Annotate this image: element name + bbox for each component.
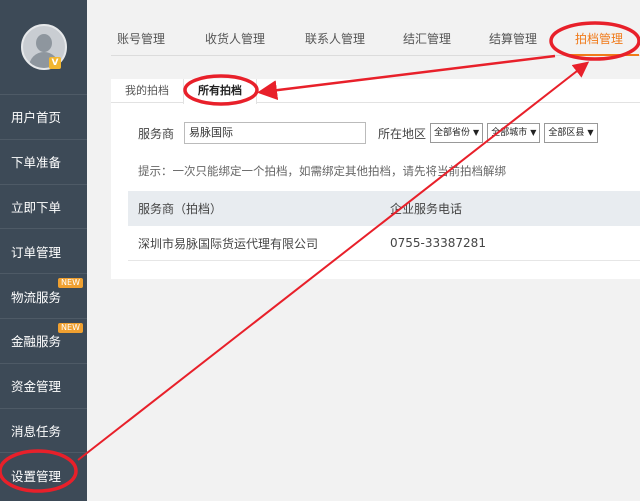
tip-text: 提示：一次只能绑定一个拍档，如需绑定其他拍档，请先将当前拍档解绑 xyxy=(138,164,506,178)
region-label: 所在地区 xyxy=(378,126,427,141)
cell-provider: 深圳市易脉国际货运代理有限公司 xyxy=(138,236,319,251)
new-badge: NEW xyxy=(58,278,83,289)
filter-row: 服务商 易脉国际 所在地区 全部省份 ▼ 全部城市 ▼ 全部区县 ▼ xyxy=(138,122,598,144)
district-value: 全部区县 xyxy=(548,128,585,138)
sidebar-item-label: 设置管理 xyxy=(11,468,62,484)
sidebar-item-home[interactable]: 用户首页 xyxy=(0,94,87,139)
province-value: 全部省份 xyxy=(434,128,471,138)
chevron-down-icon: ▼ xyxy=(473,128,480,137)
chevron-down-icon: ▼ xyxy=(587,128,594,137)
tab-settlement[interactable]: 结算管理 xyxy=(483,22,569,56)
sidebar-item-label: 订单管理 xyxy=(11,244,62,260)
provider-input[interactable]: 易脉国际 xyxy=(184,122,367,144)
tab-consignee[interactable]: 收货人管理 xyxy=(199,22,299,56)
subtab-all-partners[interactable]: 所有拍档 xyxy=(183,79,257,104)
tab-partner[interactable]: 拍档管理 xyxy=(569,22,640,56)
province-select[interactable]: 全部省份 ▼ xyxy=(430,123,484,143)
chevron-down-icon: ▼ xyxy=(530,128,537,137)
top-tabs: 账号管理 收货人管理 联系人管理 结汇管理 结算管理 拍档管理 xyxy=(111,22,640,56)
sidebar-item-label: 金融服务 xyxy=(11,334,62,350)
content-card: 我的拍档 所有拍档 服务商 易脉国际 所在地区 全部省份 ▼ 全部城市 ▼ 全部区县… xyxy=(111,79,640,279)
table-header: 服务商（拍档） 企业服务电话 xyxy=(128,191,640,226)
partner-table: 服务商（拍档） 企业服务电话 深圳市易脉国际货运代理有限公司 0755-3338… xyxy=(128,191,640,261)
top-bar: 账号管理 收货人管理 联系人管理 结汇管理 结算管理 拍档管理 xyxy=(87,0,640,75)
district-select[interactable]: 全部区县 ▼ xyxy=(544,123,598,143)
sidebar-item-prepare-order[interactable]: 下单准备 xyxy=(0,138,87,184)
sub-tabs: 我的拍档 所有拍档 xyxy=(111,79,640,104)
sidebar-item-finance-service[interactable]: 金融服务 NEW xyxy=(0,317,87,363)
avatar-head-shape xyxy=(35,34,52,52)
sidebar-item-label: 用户首页 xyxy=(11,110,62,126)
sidebar-item-fund-management[interactable]: 资金管理 xyxy=(0,362,87,408)
city-value: 全部城市 xyxy=(491,128,528,138)
provider-label: 服务商 xyxy=(138,126,175,141)
tab-exchange-settlement[interactable]: 结汇管理 xyxy=(397,22,483,56)
sidebar-item-label: 资金管理 xyxy=(11,379,62,395)
cell-phone: 0755-33387281 xyxy=(390,236,486,250)
tab-contact[interactable]: 联系人管理 xyxy=(299,22,397,56)
sidebar-item-label: 立即下单 xyxy=(11,199,62,215)
new-badge: NEW xyxy=(58,322,83,333)
sidebar-item-label: 物流服务 xyxy=(11,289,62,305)
sidebar-item-message-tasks[interactable]: 消息任务 xyxy=(0,407,87,453)
header-provider: 服务商（拍档） xyxy=(138,202,223,216)
tab-account[interactable]: 账号管理 xyxy=(111,22,199,56)
city-select[interactable]: 全部城市 ▼ xyxy=(487,123,541,143)
sidebar-item-label: 下单准备 xyxy=(11,155,62,171)
sidebar-item-label: 消息任务 xyxy=(11,423,62,439)
header-phone: 企业服务电话 xyxy=(390,202,463,216)
sidebar-item-settings[interactable]: 设置管理 xyxy=(0,452,87,497)
sidebar-item-logistics-service[interactable]: 物流服务 NEW xyxy=(0,273,87,318)
subtab-my-partner[interactable]: 我的拍档 xyxy=(111,79,183,103)
sidebar-item-order-management[interactable]: 订单管理 xyxy=(0,228,87,273)
sidebar-item-place-order[interactable]: 立即下单 xyxy=(0,183,87,229)
table-row[interactable]: 深圳市易脉国际货运代理有限公司 0755-33387281 xyxy=(128,226,640,261)
sidebar: V 用户首页 下单准备 立即下单 订单管理 物流服务 NEW 金融服务 NEW 资金… xyxy=(0,0,87,501)
sidebar-nav: 用户首页 下单准备 立即下单 订单管理 物流服务 NEW 金融服务 NEW 资金管理… xyxy=(0,94,87,497)
vip-badge-icon: V xyxy=(49,57,61,69)
avatar-area: V xyxy=(0,0,87,94)
